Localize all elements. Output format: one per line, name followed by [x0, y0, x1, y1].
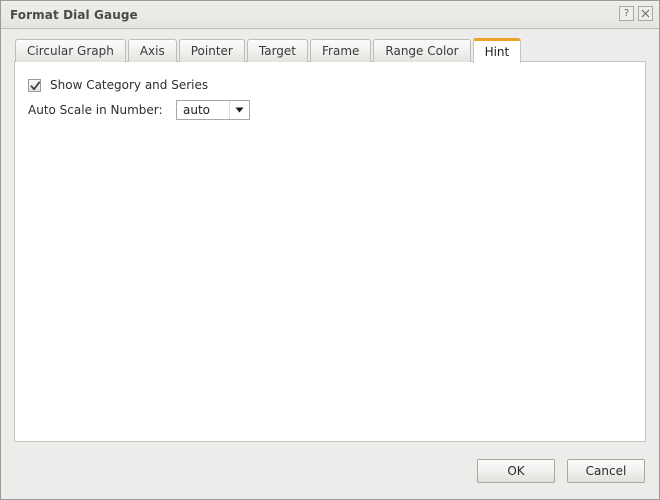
checkmark-icon — [30, 80, 41, 91]
dialog-footer: OK Cancel — [1, 442, 659, 500]
show-category-and-series-checkbox[interactable] — [28, 78, 41, 92]
dialog-body: Circular Graph Axis Pointer Target Frame… — [1, 29, 659, 442]
chevron-down-icon — [235, 107, 244, 113]
tab-frame[interactable]: Frame — [310, 39, 372, 62]
auto-scale-arrow[interactable] — [229, 101, 249, 119]
ok-button[interactable]: OK — [477, 459, 555, 483]
tab-range-color[interactable]: Range Color — [373, 39, 471, 62]
tab-circular-graph[interactable]: Circular Graph — [15, 39, 126, 62]
auto-scale-value: auto — [183, 103, 211, 117]
tab-label: Target — [258, 44, 296, 58]
tab-label: Pointer — [190, 44, 233, 58]
tab-axis[interactable]: Axis — [127, 39, 177, 62]
show-category-and-series-label: Show Category and Series — [50, 78, 209, 92]
close-button[interactable] — [638, 6, 653, 21]
format-dial-gauge-dialog: Format Dial Gauge ? Circular Graph Axis … — [0, 0, 660, 500]
hint-tab-panel: Show Category and Series Auto Scale in N… — [14, 61, 646, 442]
auto-scale-select[interactable]: auto — [176, 100, 250, 120]
auto-scale-label: Auto Scale in Number: — [28, 103, 163, 117]
tab-label: Axis — [139, 44, 165, 58]
tab-pointer[interactable]: Pointer — [178, 39, 245, 62]
close-icon — [641, 9, 650, 18]
dialog-titlebar: Format Dial Gauge ? — [1, 1, 659, 29]
tab-label: Frame — [322, 44, 360, 58]
titlebar-buttons: ? — [619, 6, 653, 21]
tab-strip: Circular Graph Axis Pointer Target Frame… — [14, 37, 646, 63]
tab-label: Circular Graph — [27, 44, 114, 58]
question-mark-icon: ? — [623, 8, 630, 19]
tab-target[interactable]: Target — [246, 39, 308, 62]
dialog-title: Format Dial Gauge — [10, 7, 138, 22]
tab-label: Hint — [484, 45, 510, 59]
auto-scale-row: Auto Scale in Number: auto — [28, 100, 632, 120]
tab-label: Range Color — [385, 44, 459, 58]
show-category-and-series-row: Show Category and Series — [28, 76, 632, 94]
tab-hint[interactable]: Hint — [472, 38, 522, 63]
cancel-button[interactable]: Cancel — [567, 459, 645, 483]
help-button[interactable]: ? — [619, 6, 634, 21]
